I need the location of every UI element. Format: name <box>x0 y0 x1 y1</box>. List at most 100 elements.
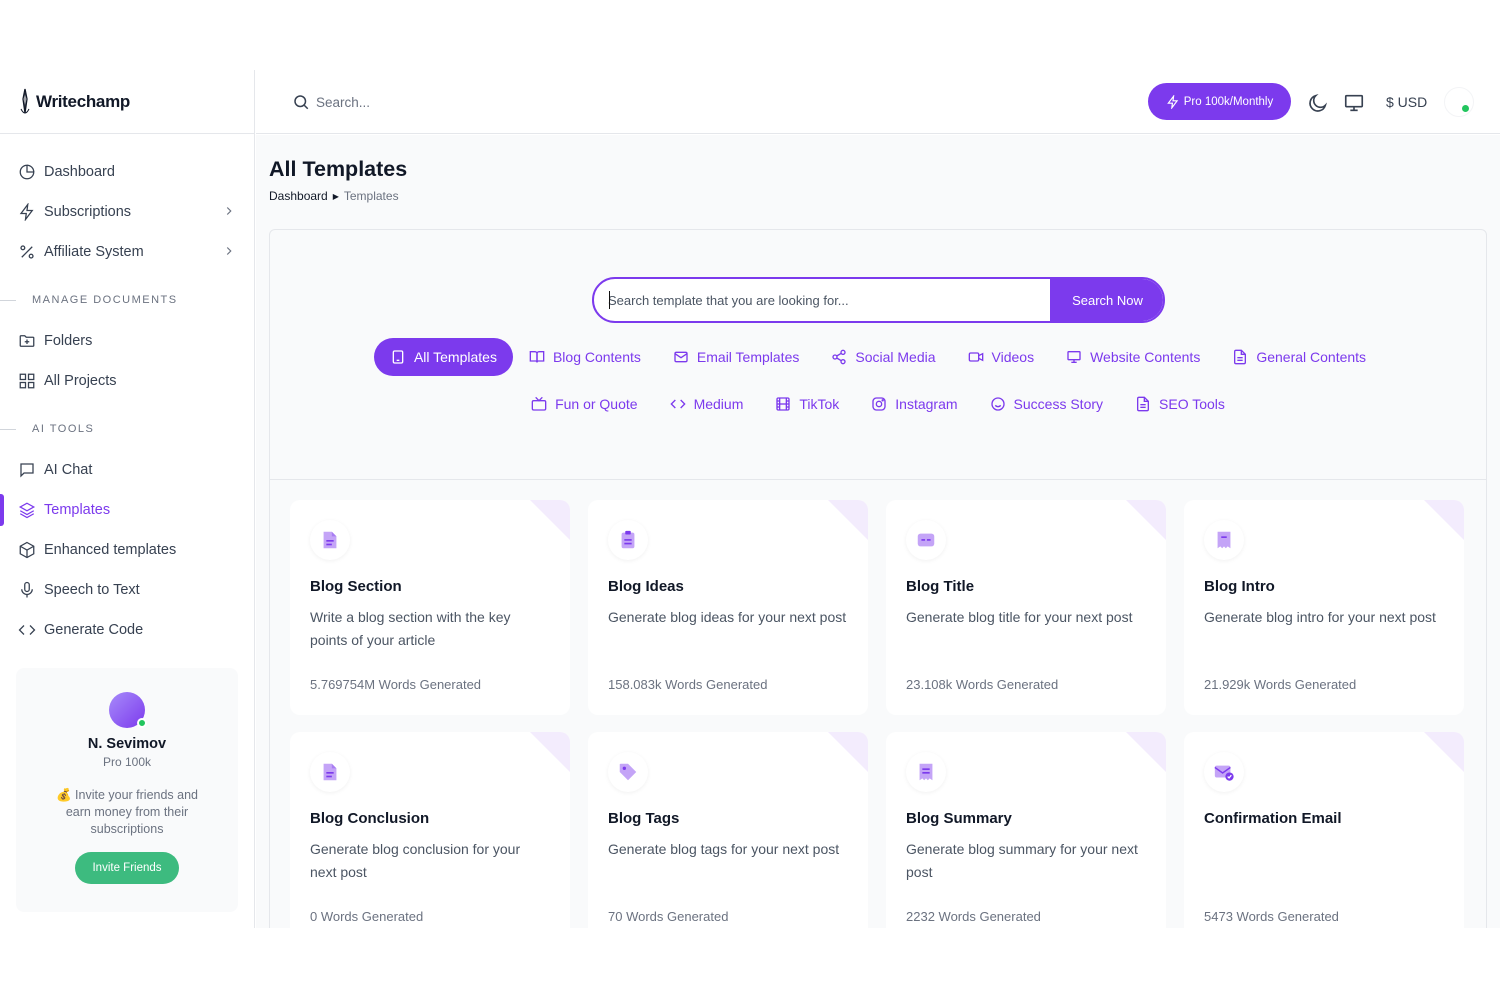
category-all-templates[interactable]: All Templates <box>373 338 513 376</box>
category-social-media[interactable]: Social Media <box>815 338 951 376</box>
category-instagram[interactable]: Instagram <box>855 385 973 423</box>
tag-icon <box>608 752 648 792</box>
category-row-1: All Templates Blog Contents Email Templa… <box>270 338 1486 376</box>
sidebar-item-folders[interactable]: Folders <box>0 321 254 361</box>
card-description: Generate blog intro for your next post <box>1204 609 1436 625</box>
category-medium[interactable]: Medium <box>654 385 760 423</box>
template-card-confirmation-email[interactable]: Confirmation Email 5473 Words Generated <box>1184 732 1464 928</box>
sidebar-item-all-projects[interactable]: All Projects <box>0 361 254 401</box>
template-card-blog-section[interactable]: Blog Section Write a blog section with t… <box>290 500 570 715</box>
sidebar-item-speech-to-text[interactable]: Speech to Text <box>0 570 254 610</box>
plan-button-label: Pro 100k/Monthly <box>1183 95 1274 108</box>
online-status-icon <box>137 718 147 728</box>
user-avatar-button[interactable] <box>1444 87 1474 117</box>
category-label: Instagram <box>895 396 958 412</box>
monitor-icon <box>1067 351 1081 363</box>
category-website-contents[interactable]: Website Contents <box>1050 338 1216 376</box>
templates-panel: Search Now All Templates Blog Contents E… <box>269 229 1487 928</box>
currency-selector[interactable]: $ USD <box>1386 94 1427 110</box>
tablet-icon <box>392 350 404 364</box>
breadcrumb-dashboard-link[interactable]: Dashboard <box>269 189 328 203</box>
monitor-icon[interactable] <box>1343 92 1365 114</box>
sidebar-item-dashboard[interactable]: Dashboard <box>0 152 254 192</box>
card-corner-decoration <box>828 732 868 772</box>
category-label: Fun or Quote <box>555 396 638 412</box>
sidebar-item-label: All Projects <box>44 373 117 389</box>
card-words-generated: 5.769754M Words Generated <box>310 677 482 692</box>
category-videos[interactable]: Videos <box>952 338 1051 376</box>
card-description: Generate blog summary for your next post <box>906 841 1138 880</box>
clipboard-icon <box>608 520 648 560</box>
card-words-generated: 2232 Words Generated <box>906 909 1041 924</box>
brand-name: Writechamp <box>36 91 130 111</box>
receipt-icon <box>1204 520 1244 560</box>
moon-icon[interactable] <box>1307 92 1329 114</box>
template-search-box: Search Now <box>592 277 1165 323</box>
category-email-templates[interactable]: Email Templates <box>657 338 815 376</box>
card-corner-decoration <box>1424 500 1464 540</box>
sidebar-item-enhanced-templates[interactable]: Enhanced templates <box>0 530 254 570</box>
sidebar-item-templates[interactable]: Templates <box>0 490 254 530</box>
category-seo-tools[interactable]: SEO Tools <box>1119 385 1241 423</box>
search-now-button[interactable]: Search Now <box>1050 279 1163 321</box>
film-icon <box>776 397 791 411</box>
avatar[interactable] <box>109 692 147 728</box>
sidebar-item-label: Generate Code <box>44 622 144 638</box>
app-window: Writechamp Dashboard Subscriptions Affil… <box>0 70 1500 928</box>
folder-plus-icon <box>19 335 35 347</box>
file-text-icon <box>310 752 350 792</box>
template-card-blog-conclusion[interactable]: Blog Conclusion Generate blog conclusion… <box>290 732 570 928</box>
title-card-icon <box>906 520 946 560</box>
template-card-blog-title[interactable]: Blog Title Generate blog title for your … <box>886 500 1166 715</box>
card-title: Blog Ideas <box>608 578 684 595</box>
category-tiktok[interactable]: TikTok <box>759 385 855 423</box>
sidebar-item-label: Enhanced templates <box>44 542 177 558</box>
file-text-icon <box>1234 349 1247 365</box>
card-words-generated: 23.108k Words Generated <box>906 677 1059 692</box>
category-label: Success Story <box>1013 396 1104 412</box>
sidebar-item-subscriptions[interactable]: Subscriptions <box>0 192 254 232</box>
category-success-story[interactable]: Success Story <box>974 385 1119 423</box>
plan-button[interactable]: Pro 100k/Monthly <box>1148 83 1291 120</box>
brand-logo-icon <box>20 88 30 113</box>
percent-icon <box>20 245 34 259</box>
sidebar-item-ai-chat[interactable]: AI Chat <box>0 450 254 490</box>
template-card-blog-summary[interactable]: Blog Summary Generate blog summary for y… <box>886 732 1166 928</box>
card-title: Confirmation Email <box>1204 810 1342 827</box>
code-icon <box>18 625 36 635</box>
template-search-input[interactable] <box>608 290 1048 310</box>
category-fun-or-quote[interactable]: Fun or Quote <box>515 385 654 423</box>
card-words-generated: 5473 Words Generated <box>1204 909 1339 924</box>
global-search[interactable]: Search... <box>292 93 370 111</box>
category-general-contents[interactable]: General Contents <box>1216 338 1382 376</box>
card-corner-decoration <box>1126 500 1166 540</box>
invite-friends-button[interactable]: Invite Friends <box>75 852 179 884</box>
card-corner-decoration <box>530 500 570 540</box>
video-icon <box>968 352 983 362</box>
card-corner-decoration <box>828 500 868 540</box>
receipt-icon <box>906 752 946 792</box>
layers-icon <box>18 502 36 519</box>
template-card-blog-tags[interactable]: Blog Tags Generate blog tags for your ne… <box>588 732 868 928</box>
template-card-blog-ideas[interactable]: Blog Ideas Generate blog ideas for your … <box>588 500 868 715</box>
category-label: All Templates <box>413 349 497 365</box>
section-ai-tools: AI TOOLS <box>0 408 254 450</box>
card-words-generated: 158.083k Words Generated <box>608 677 768 692</box>
card-description: Write a blog section with the key points… <box>310 609 511 648</box>
search-icon <box>294 95 309 110</box>
category-label: Medium <box>693 396 744 412</box>
template-card-blog-intro[interactable]: Blog Intro Generate blog intro for your … <box>1184 500 1464 715</box>
breadcrumb: Dashboard ▶ Templates <box>269 189 399 203</box>
chevron-right-icon <box>226 247 232 255</box>
card-description: Generate blog conclusion for your next p… <box>310 841 521 880</box>
user-plan: Pro 100k <box>102 755 152 769</box>
sidebar-item-generate-code[interactable]: Generate Code <box>0 610 254 650</box>
brand[interactable]: Writechamp <box>0 70 254 134</box>
file-text-icon <box>310 520 350 560</box>
breadcrumb-separator-icon: ▶ <box>332 191 339 201</box>
sidebar-item-affiliate[interactable]: Affiliate System <box>0 232 254 272</box>
card-corner-decoration <box>1126 732 1166 772</box>
pie-chart-icon <box>19 164 35 180</box>
card-title: Blog Title <box>906 578 975 595</box>
category-blog-contents[interactable]: Blog Contents <box>513 338 657 376</box>
